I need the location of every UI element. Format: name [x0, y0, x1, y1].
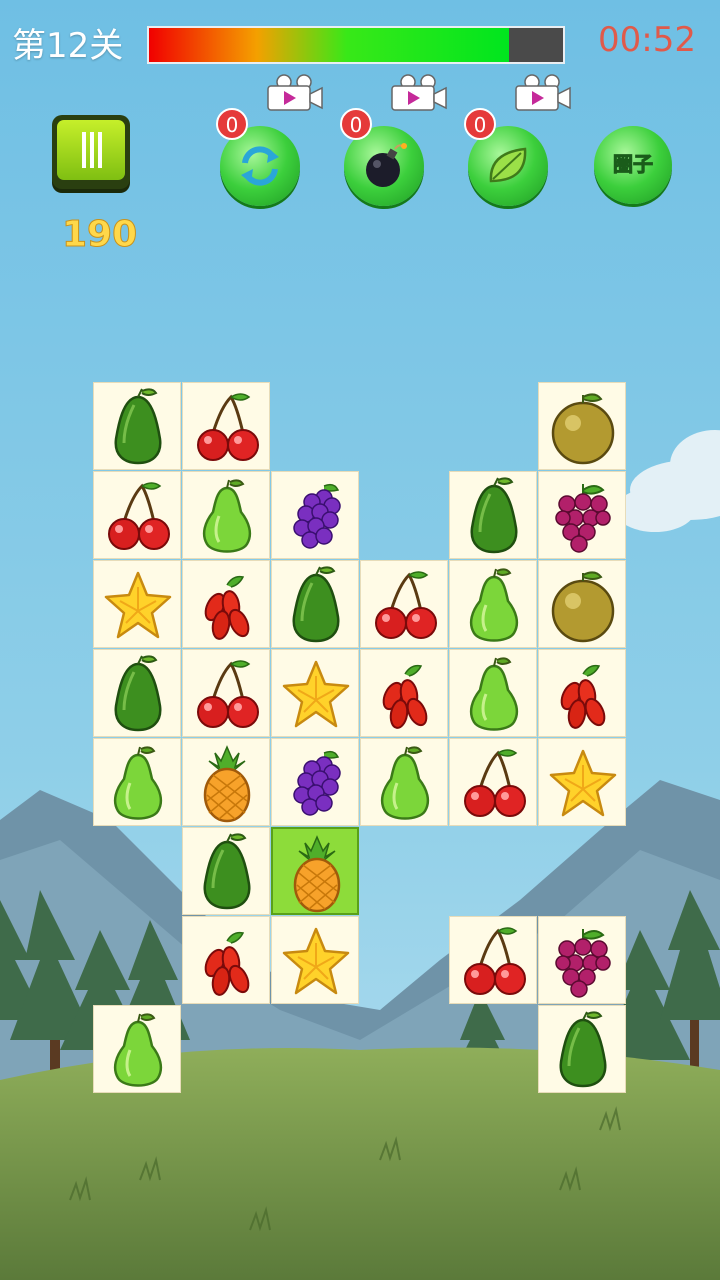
- video-ad-icon[interactable]: [264, 74, 326, 112]
- tile-avocado[interactable]: [538, 1005, 626, 1093]
- pear-icon: [469, 657, 519, 731]
- tile-goji[interactable]: [538, 649, 626, 737]
- tile-cherry[interactable]: [182, 649, 270, 737]
- tile-avocado[interactable]: [449, 471, 537, 559]
- tile-cherry[interactable]: [449, 916, 537, 1004]
- tile-cherry[interactable]: [449, 738, 537, 826]
- pear-icon: [469, 568, 519, 642]
- tile-star[interactable]: [271, 649, 359, 737]
- score-value: 190: [61, 214, 138, 256]
- tile-pear-gold[interactable]: [538, 382, 626, 470]
- tile-pear[interactable]: [93, 1005, 181, 1093]
- tile-pear[interactable]: [182, 471, 270, 559]
- tile-pear[interactable]: [449, 560, 537, 648]
- avocado-icon: [203, 833, 251, 910]
- tile-cherry[interactable]: [360, 560, 448, 648]
- bomb-tool-button[interactable]: 0: [340, 74, 447, 206]
- level-label: 第12关: [12, 26, 124, 66]
- avocado-icon: [470, 477, 518, 554]
- tile-pear[interactable]: [93, 738, 181, 826]
- circle-button-label: 圈子: [613, 152, 654, 177]
- tile-star[interactable]: [93, 560, 181, 648]
- star-icon: [104, 571, 172, 639]
- grape-icon: [293, 483, 341, 549]
- refresh-icon: [241, 146, 279, 186]
- avocado-icon: [292, 566, 340, 643]
- tile-goji[interactable]: [182, 916, 270, 1004]
- video-ad-icon[interactable]: [388, 74, 450, 112]
- circle-community-button[interactable]: 圈子: [594, 126, 672, 204]
- tile-star[interactable]: [538, 738, 626, 826]
- goji-icon: [382, 664, 428, 729]
- tile-pear[interactable]: [360, 738, 448, 826]
- tile-pineapple[interactable]: [271, 827, 359, 915]
- tile-pear-gold[interactable]: [538, 560, 626, 648]
- tile-avocado[interactable]: [271, 560, 359, 648]
- tile-avocado[interactable]: [182, 827, 270, 915]
- tile-cherry[interactable]: [182, 382, 270, 470]
- pineapple-icon: [203, 745, 251, 823]
- pear-icon: [202, 479, 252, 553]
- bomb-icon: [366, 143, 407, 187]
- tile-grape[interactable]: [271, 738, 359, 826]
- pineapple-icon: [293, 835, 341, 913]
- pause-button[interactable]: [52, 115, 130, 189]
- tile-grape-red[interactable]: [538, 471, 626, 559]
- bomb-count-badge: 0: [340, 108, 372, 140]
- leaf-icon: [489, 147, 527, 183]
- star-icon: [282, 927, 350, 995]
- avocado-icon: [114, 388, 162, 465]
- star-icon: [282, 660, 350, 728]
- tile-cherry[interactable]: [93, 471, 181, 559]
- pear-icon: [113, 746, 163, 820]
- pear-icon: [380, 746, 430, 820]
- cherry-icon: [464, 927, 526, 995]
- tile-avocado[interactable]: [93, 382, 181, 470]
- video-ad-icon[interactable]: [512, 74, 574, 112]
- grape-icon: [293, 750, 341, 816]
- pear-icon: [113, 1013, 163, 1087]
- tile-avocado[interactable]: [93, 649, 181, 737]
- cherry-icon: [464, 749, 526, 817]
- tile-goji[interactable]: [360, 649, 448, 737]
- tile-pineapple[interactable]: [182, 738, 270, 826]
- shuffle-count-badge: 0: [216, 108, 248, 140]
- avocado-icon: [559, 1011, 607, 1088]
- hint-count-badge: 0: [464, 108, 496, 140]
- avocado-icon: [114, 655, 162, 732]
- cherry-icon: [375, 571, 437, 639]
- cherry-icon: [108, 482, 170, 550]
- pear-gold-icon: [551, 393, 615, 465]
- shuffle-tool-button[interactable]: 0: [216, 74, 323, 206]
- tile-grape-red[interactable]: [538, 916, 626, 1004]
- pause-icon: [57, 120, 125, 180]
- tile-grape[interactable]: [271, 471, 359, 559]
- goji-icon: [560, 664, 606, 729]
- cherry-icon: [197, 660, 259, 728]
- grape-red-icon: [555, 484, 611, 553]
- tile-goji[interactable]: [182, 560, 270, 648]
- pear-gold-icon: [551, 571, 615, 643]
- time-progress-bar: [147, 26, 565, 64]
- tile-star[interactable]: [271, 916, 359, 1004]
- time-progress-fill: [149, 28, 510, 62]
- star-icon: [549, 749, 617, 817]
- hint-tool-button[interactable]: 0: [464, 74, 571, 206]
- goji-icon: [204, 575, 250, 640]
- timer-text: 00:52: [598, 20, 696, 60]
- cherry-icon: [197, 393, 259, 461]
- grape-red-icon: [555, 929, 611, 998]
- goji-icon: [204, 931, 250, 996]
- tile-pear[interactable]: [449, 649, 537, 737]
